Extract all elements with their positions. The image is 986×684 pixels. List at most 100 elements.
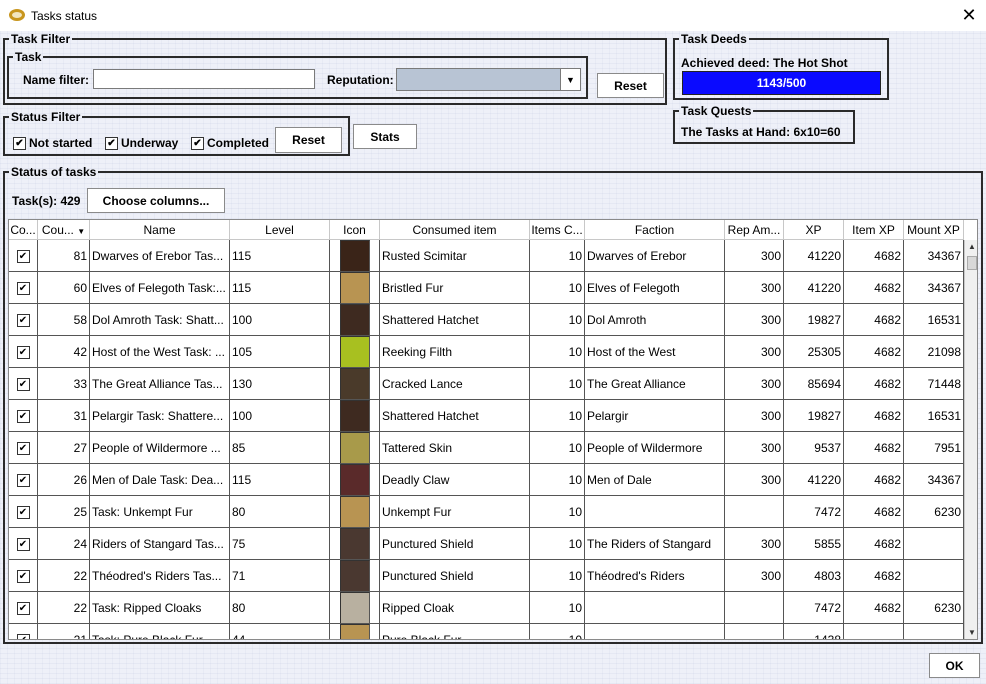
row-name: Task: Unkempt Fur bbox=[90, 496, 230, 528]
row-checkbox[interactable]: ✔ bbox=[16, 538, 30, 552]
row-checkbox[interactable]: ✔ bbox=[16, 410, 30, 424]
row-checkbox[interactable]: ✔ bbox=[16, 378, 30, 392]
col-rep-amount[interactable]: Rep Am... bbox=[725, 220, 784, 240]
table-row[interactable]: ✔ 60 Elves of Felegoth Task:... 115 Bristled… bbox=[9, 272, 964, 304]
table-row[interactable]: ✔ 42 Host of the West Task: ... 105 Reeking … bbox=[9, 336, 964, 368]
table-row[interactable]: ✔ 25 Task: Unkempt Fur 80 Unkempt Fur 10 7472 4… bbox=[9, 496, 964, 528]
task-filter-legend: Task Filter bbox=[11, 32, 71, 46]
table-row[interactable]: ✔ 31 Pelargir Task: Shattere... 100 Shattere… bbox=[9, 400, 964, 432]
row-completed-check[interactable]: ✔ bbox=[9, 272, 38, 304]
shield-icon bbox=[339, 528, 370, 559]
row-count: 81 bbox=[38, 240, 90, 272]
row-icon bbox=[330, 624, 380, 639]
row-mount-xp: 71448 bbox=[904, 368, 964, 400]
close-button[interactable]: ✕ bbox=[956, 3, 982, 27]
fur-icon bbox=[339, 624, 370, 639]
completed-checkbox[interactable]: ✔ Completed bbox=[191, 136, 269, 150]
row-completed-check[interactable]: ✔ bbox=[9, 528, 38, 560]
name-filter-input[interactable] bbox=[93, 69, 315, 89]
table-row[interactable]: ✔ 27 People of Wildermore ... 85 Tattered Sk… bbox=[9, 432, 964, 464]
row-completed-check[interactable]: ✔ bbox=[9, 464, 38, 496]
row-faction bbox=[585, 592, 725, 624]
row-checkbox[interactable]: ✔ bbox=[16, 634, 30, 639]
row-checkbox[interactable]: ✔ bbox=[16, 250, 30, 264]
filth-icon bbox=[339, 336, 370, 367]
table-row[interactable]: ✔ 22 Théodred's Riders Tas... 71 Punctured S… bbox=[9, 560, 964, 592]
col-consumed-item[interactable]: Consumed item bbox=[380, 220, 530, 240]
row-items-count: 10 bbox=[530, 624, 585, 639]
row-checkbox[interactable]: ✔ bbox=[16, 474, 30, 488]
ok-button[interactable]: OK bbox=[929, 653, 980, 678]
vertical-scrollbar[interactable]: ▲ ▼ bbox=[964, 240, 977, 639]
status-filter-reset-button[interactable]: Reset bbox=[275, 127, 342, 153]
not-started-check[interactable]: ✔ bbox=[13, 136, 26, 150]
col-faction[interactable]: Faction bbox=[585, 220, 725, 240]
row-mount-xp: 34367 bbox=[904, 240, 964, 272]
row-count: 27 bbox=[38, 432, 90, 464]
choose-columns-button[interactable]: Choose columns... bbox=[87, 188, 225, 213]
reputation-dropdown[interactable]: ▼ bbox=[396, 68, 581, 91]
stats-button[interactable]: Stats bbox=[353, 124, 417, 149]
row-item-xp: 4682 bbox=[844, 304, 904, 336]
row-completed-check[interactable]: ✔ bbox=[9, 592, 38, 624]
row-completed-check[interactable]: ✔ bbox=[9, 240, 38, 272]
row-completed-check[interactable]: ✔ bbox=[9, 496, 38, 528]
chevron-down-icon[interactable]: ▼ bbox=[560, 69, 580, 90]
completed-check[interactable]: ✔ bbox=[191, 136, 204, 150]
not-started-checkbox[interactable]: ✔ Not started bbox=[13, 136, 92, 150]
row-items-count: 10 bbox=[530, 432, 585, 464]
task-filter-reset-button[interactable]: Reset bbox=[597, 73, 664, 98]
row-faction bbox=[585, 624, 725, 639]
col-xp[interactable]: XP bbox=[784, 220, 844, 240]
row-faction: Host of the West bbox=[585, 336, 725, 368]
row-icon bbox=[330, 304, 380, 336]
underway-checkbox[interactable]: ✔ Underway bbox=[105, 136, 178, 150]
not-started-label: Not started bbox=[29, 136, 93, 150]
row-completed-check[interactable]: ✔ bbox=[9, 368, 38, 400]
col-icon[interactable]: Icon bbox=[330, 220, 380, 240]
row-completed-check[interactable]: ✔ bbox=[9, 624, 38, 639]
table-row[interactable]: ✔ 26 Men of Dale Task: Dea... 115 Deadly Cla… bbox=[9, 464, 964, 496]
col-items-count[interactable]: Items C... bbox=[530, 220, 585, 240]
row-checkbox[interactable]: ✔ bbox=[16, 570, 30, 584]
row-checkbox[interactable]: ✔ bbox=[16, 602, 30, 616]
col-level[interactable]: Level bbox=[230, 220, 330, 240]
col-mount-xp[interactable]: Mount XP bbox=[904, 220, 964, 240]
row-count: 26 bbox=[38, 464, 90, 496]
col-name[interactable]: Name bbox=[90, 220, 230, 240]
table-row[interactable]: ✔ 58 Dol Amroth Task: Shatt... 100 Shattered… bbox=[9, 304, 964, 336]
table-row[interactable]: ✔21Task: Pure Black Fur44Pure Black Fur1… bbox=[9, 624, 964, 639]
row-checkbox[interactable]: ✔ bbox=[16, 346, 30, 360]
underway-check[interactable]: ✔ bbox=[105, 136, 118, 150]
row-checkbox[interactable]: ✔ bbox=[16, 282, 30, 296]
fur-icon bbox=[339, 496, 370, 527]
table-row[interactable]: ✔ 24 Riders of Stangard Tas... 75 Punctured … bbox=[9, 528, 964, 560]
col-item-xp[interactable]: Item XP bbox=[844, 220, 904, 240]
task-deeds-legend: Task Deeds bbox=[681, 32, 747, 46]
window-title: Tasks status bbox=[31, 9, 98, 23]
scroll-thumb[interactable] bbox=[967, 256, 977, 270]
table-row[interactable]: ✔ 22 Task: Ripped Cloaks 80 Ripped Cloak 10 74… bbox=[9, 592, 964, 624]
row-rep-amount bbox=[725, 592, 784, 624]
row-checkbox[interactable]: ✔ bbox=[16, 506, 30, 520]
row-completed-check[interactable]: ✔ bbox=[9, 336, 38, 368]
row-faction bbox=[585, 496, 725, 528]
row-checkbox[interactable]: ✔ bbox=[16, 314, 30, 328]
col-completed[interactable]: Co... bbox=[9, 220, 38, 240]
col-count[interactable]: Cou... ▼ bbox=[38, 220, 90, 240]
row-mount-xp: 7951 bbox=[904, 432, 964, 464]
row-level: 115 bbox=[230, 240, 330, 272]
table-row[interactable]: ✔ 33 The Great Alliance Tas... 130 Cracked L… bbox=[9, 368, 964, 400]
row-checkbox[interactable]: ✔ bbox=[16, 442, 30, 456]
row-completed-check[interactable]: ✔ bbox=[9, 560, 38, 592]
scroll-down-icon[interactable]: ▼ bbox=[965, 626, 977, 639]
row-xp: 4803 bbox=[784, 560, 844, 592]
shield-icon bbox=[339, 560, 370, 591]
table-row[interactable]: ✔ 81 Dwarves of Erebor Tas... 115 Rusted Sci… bbox=[9, 240, 964, 272]
row-completed-check[interactable]: ✔ bbox=[9, 400, 38, 432]
row-completed-check[interactable]: ✔ bbox=[9, 304, 38, 336]
row-rep-amount: 300 bbox=[725, 304, 784, 336]
row-completed-check[interactable]: ✔ bbox=[9, 432, 38, 464]
scroll-up-icon[interactable]: ▲ bbox=[965, 240, 977, 254]
row-name: Elves of Felegoth Task:... bbox=[90, 272, 230, 304]
